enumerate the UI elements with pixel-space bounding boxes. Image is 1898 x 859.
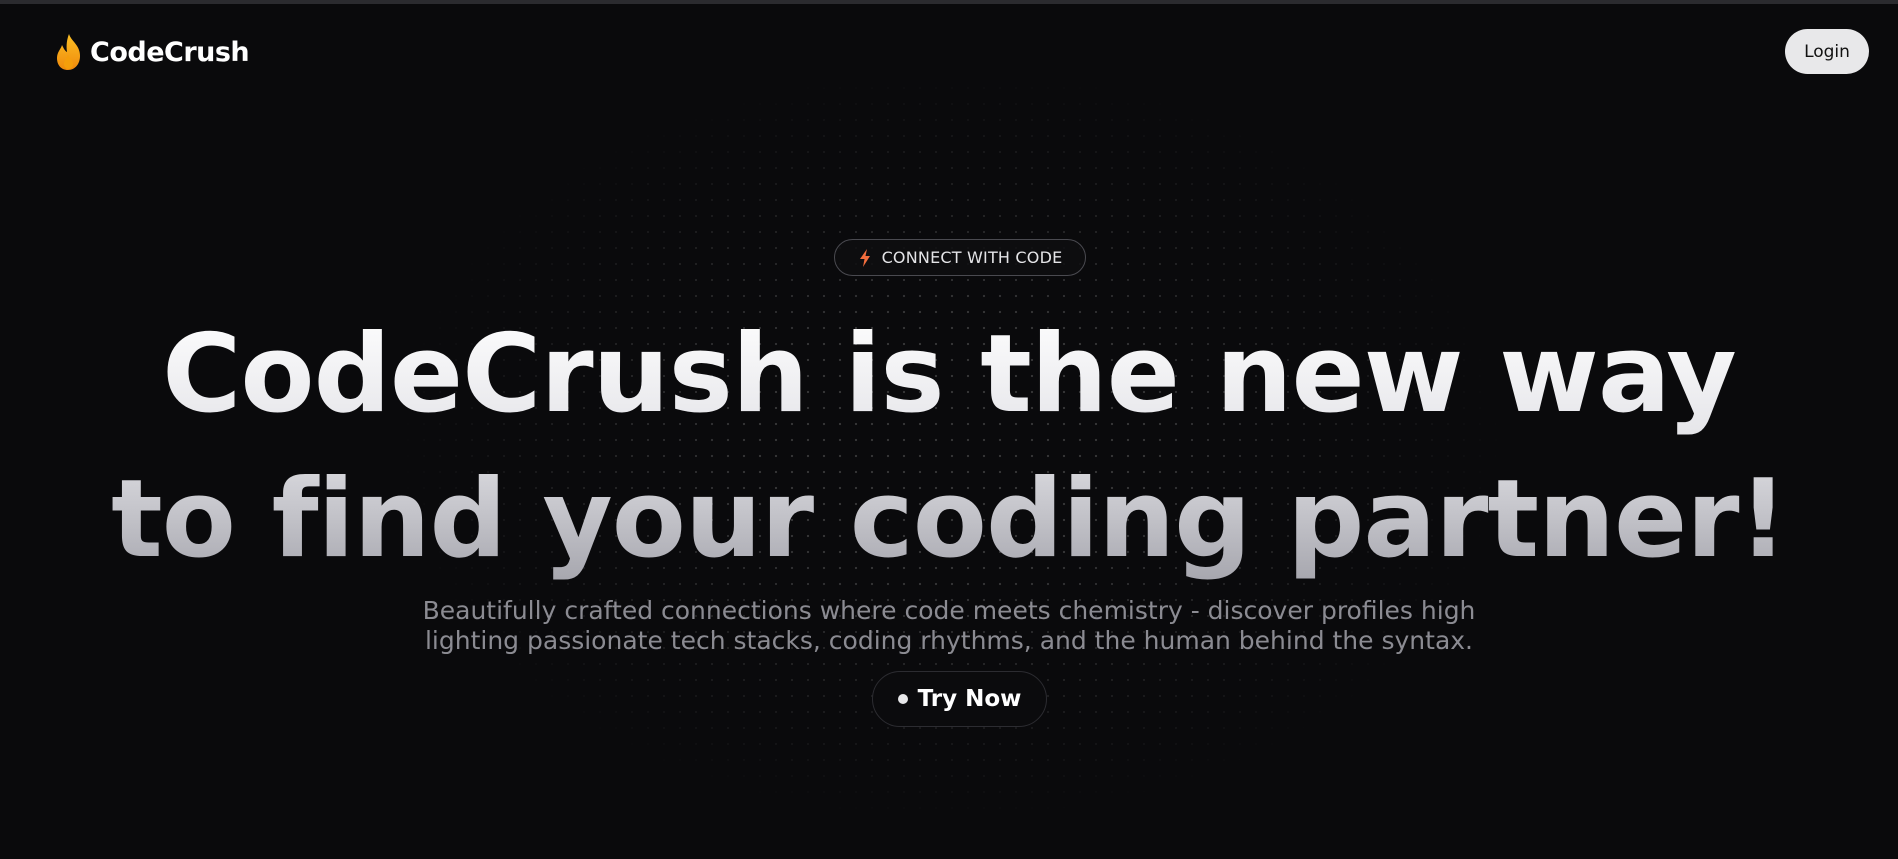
subtitle-line-1: Beautifully crafted connections where co… xyxy=(422,596,1476,625)
subtitle-line-2: lighting passionate tech stacks, coding … xyxy=(424,626,1474,655)
try-now-button[interactable]: Try Now xyxy=(872,671,1047,727)
hero-subtitle: Beautifully crafted connections where co… xyxy=(400,596,1498,656)
flame-icon xyxy=(57,34,80,70)
landing-page: CodeCrush Login CONNECT WITH CODE CodeCr… xyxy=(0,0,1898,859)
dot-icon xyxy=(897,694,908,704)
brand-logo-link[interactable]: CodeCrush xyxy=(54,32,250,72)
badge-text: CONNECT WITH CODE xyxy=(881,248,1063,267)
hero-headline: CodeCrush is the new way to find your co… xyxy=(0,302,1898,592)
login-button[interactable]: Login xyxy=(1785,29,1869,74)
lightning-bolt-icon xyxy=(859,248,870,267)
headline-line-1: CodeCrush is the new way xyxy=(162,312,1736,437)
connect-badge: CONNECT WITH CODE xyxy=(834,239,1086,276)
headline-line-2: to find your coding partner! xyxy=(111,457,1787,582)
try-now-label: Try Now xyxy=(917,686,1022,712)
brand-name: CodeCrush xyxy=(90,36,250,68)
